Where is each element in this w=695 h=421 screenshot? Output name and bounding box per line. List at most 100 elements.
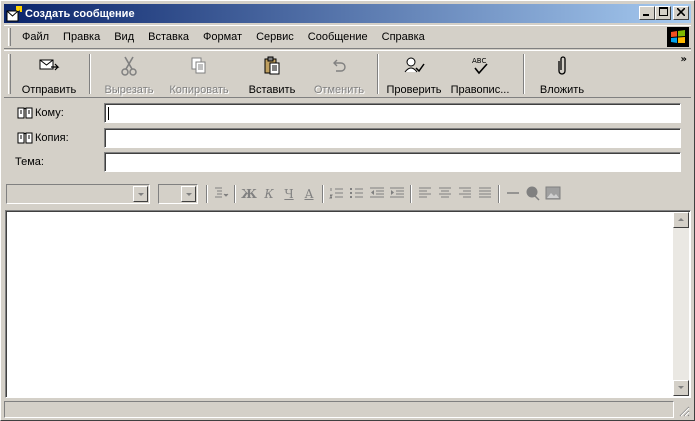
close-button[interactable] <box>673 6 689 20</box>
format-separator <box>498 185 500 203</box>
cut-button[interactable]: Вырезать <box>97 51 161 97</box>
scroll-down-button[interactable] <box>673 380 689 396</box>
spelling-button[interactable]: ABC Правопис... <box>443 51 517 97</box>
font-color-button[interactable]: А <box>299 184 319 204</box>
message-body[interactable] <box>5 210 691 398</box>
menu-file[interactable]: Файл <box>15 31 56 43</box>
toolbar-separator <box>89 54 91 94</box>
underline-button[interactable]: Ч <box>279 184 299 204</box>
align-left-icon <box>418 187 432 202</box>
insert-picture-button[interactable] <box>543 184 563 204</box>
justify-button[interactable] <box>475 184 495 204</box>
main-toolbar: Отправить Вырезать Копировать Вставить О… <box>4 50 691 98</box>
spelling-label: Правопис... <box>450 84 510 96</box>
scissors-icon <box>117 55 141 77</box>
check-names-button[interactable]: Проверить <box>385 51 443 97</box>
format-separator <box>322 185 324 203</box>
undo-label: Отменить <box>313 84 365 96</box>
minimize-button[interactable] <box>639 6 655 20</box>
to-label: Кому: <box>35 107 64 119</box>
status-bar <box>4 401 691 418</box>
format-toolbar: Ж К Ч А <box>4 181 691 207</box>
numbered-list-icon <box>329 186 345 203</box>
maximize-icon <box>658 7 668 19</box>
send-button[interactable]: Отправить <box>15 51 83 97</box>
numbered-list-button[interactable] <box>327 184 347 204</box>
spelling-icon: ABC <box>468 55 492 77</box>
increase-indent-button[interactable] <box>387 184 407 204</box>
font-name-select[interactable] <box>6 184 150 204</box>
bold-button[interactable]: Ж <box>239 184 259 204</box>
copy-button[interactable]: Копировать <box>161 51 237 97</box>
check-names-icon <box>402 55 426 77</box>
menu-help[interactable]: Справка <box>375 31 432 43</box>
scroll-up-button[interactable] <box>673 212 689 228</box>
toolbar-separator <box>523 54 525 94</box>
menu-edit[interactable]: Правка <box>56 31 107 43</box>
status-panel <box>4 401 674 418</box>
paragraph-style-button[interactable] <box>211 184 231 204</box>
paragraph-style-icon <box>213 186 229 203</box>
paste-label: Вставить <box>248 84 296 96</box>
horizontal-line-button[interactable] <box>503 184 523 204</box>
send-label: Отправить <box>21 84 77 96</box>
menu-view[interactable]: Вид <box>107 31 141 43</box>
menu-bar: Файл Правка Вид Вставка Формат Сервис Со… <box>4 25 691 49</box>
bulleted-list-button[interactable] <box>347 184 367 204</box>
maximize-button[interactable] <box>655 6 671 20</box>
windows-logo-icon <box>667 27 689 47</box>
align-right-button[interactable] <box>455 184 475 204</box>
undo-button[interactable]: Отменить <box>307 51 371 97</box>
align-center-icon <box>438 187 452 202</box>
attach-label: Вложить <box>539 84 585 96</box>
to-row: Кому: <box>1 103 695 123</box>
cc-label: Копия: <box>35 132 69 144</box>
window-title: Создать сообщение <box>25 7 135 20</box>
subject-label: Тема: <box>15 156 44 168</box>
menu-insert[interactable]: Вставка <box>141 31 196 43</box>
italic-button[interactable]: К <box>259 184 279 204</box>
copy-label: Копировать <box>169 84 229 96</box>
toolbar-separator <box>377 54 379 94</box>
svg-text:ABC: ABC <box>472 57 486 65</box>
menu-format[interactable]: Формат <box>196 31 249 43</box>
to-label-button[interactable]: Кому: <box>17 107 64 119</box>
send-icon <box>37 55 61 77</box>
paste-button[interactable]: Вставить <box>237 51 307 97</box>
to-field[interactable] <box>104 103 681 123</box>
cc-row: Копия: <box>1 128 695 148</box>
window-controls <box>639 6 689 20</box>
undo-icon <box>327 55 351 77</box>
justify-icon <box>478 187 492 202</box>
insert-hyperlink-button[interactable] <box>523 184 543 204</box>
subject-field[interactable] <box>104 152 681 172</box>
cc-label-button[interactable]: Копия: <box>17 132 69 144</box>
cc-field[interactable] <box>104 128 681 148</box>
align-left-button[interactable] <box>415 184 435 204</box>
chevron-down-icon[interactable] <box>133 186 148 202</box>
format-separator <box>234 185 236 203</box>
attach-button[interactable]: Вложить <box>531 51 593 97</box>
paperclip-icon <box>550 55 574 77</box>
decrease-indent-button[interactable] <box>367 184 387 204</box>
text-caret <box>108 107 109 120</box>
horizontal-line-icon <box>506 187 520 202</box>
paste-icon <box>260 55 284 77</box>
address-book-icon <box>17 107 33 119</box>
resize-grip-icon[interactable] <box>678 405 690 417</box>
align-center-button[interactable] <box>435 184 455 204</box>
vertical-scrollbar[interactable] <box>673 212 689 396</box>
menu-message[interactable]: Сообщение <box>301 31 375 43</box>
font-size-select[interactable] <box>158 184 198 204</box>
toolbar-overflow-chevron[interactable]: » <box>681 54 687 65</box>
format-separator <box>410 185 412 203</box>
decrease-indent-icon <box>369 186 385 203</box>
toolbar-grip[interactable] <box>8 54 11 94</box>
menu-tools[interactable]: Сервис <box>249 31 301 43</box>
chevron-down-icon[interactable] <box>181 186 196 202</box>
globe-link-icon <box>525 185 541 204</box>
align-right-icon <box>458 187 472 202</box>
minimize-icon <box>643 8 651 19</box>
title-bar[interactable]: Создать сообщение <box>4 4 691 23</box>
menu-grip[interactable] <box>8 28 11 46</box>
